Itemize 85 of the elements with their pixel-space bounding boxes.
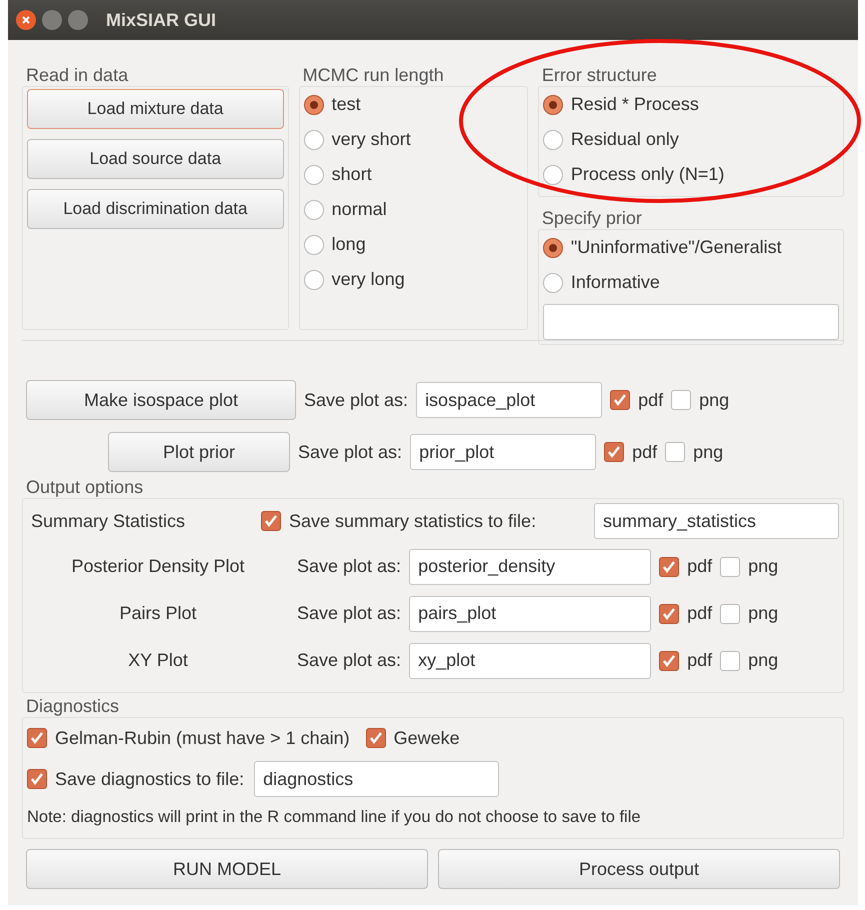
row-label: Pairs Plot — [118, 602, 198, 625]
text-field[interactable]: diagnostics — [254, 761, 500, 797]
radio-label: very long — [332, 268, 405, 291]
text-field[interactable]: posterior_density — [409, 548, 652, 584]
radio-button[interactable] — [304, 130, 324, 150]
checkbox-label: pdf — [687, 555, 712, 578]
row-label: XY Plot — [127, 649, 189, 672]
checkbox[interactable] — [720, 604, 740, 624]
radio-label: Informative — [570, 271, 660, 294]
checkbox[interactable] — [366, 728, 386, 748]
group-title: Output options — [26, 476, 144, 498]
checkbox-label: pdf — [638, 388, 664, 412]
text-field[interactable] — [542, 304, 839, 340]
save-label: Save plot as: — [297, 555, 402, 578]
close-icon[interactable] — [16, 10, 36, 30]
radio-label: Process only (N=1) — [570, 163, 724, 186]
checkbox[interactable] — [665, 442, 686, 462]
radio-label: very short — [332, 128, 411, 151]
checkbox-label: png — [693, 440, 724, 464]
push-button[interactable]: Load mixture data — [27, 89, 284, 129]
checkbox-label: Save diagnostics to file: — [55, 768, 244, 791]
radio-button[interactable] — [542, 164, 563, 184]
radio-button[interactable] — [304, 234, 324, 254]
text-field[interactable]: pairs_plot — [409, 596, 652, 632]
radio-label: short — [332, 163, 372, 186]
note-text: Note: diagnostics will print in the R command line if you do not choose to save to file — [27, 807, 642, 828]
group-title: Error structure — [542, 64, 658, 86]
checkbox[interactable] — [27, 728, 47, 748]
radio-label: Resid * Process — [570, 93, 699, 116]
radio-label: normal — [332, 198, 387, 221]
radio-label: "Uninformative"/Generalist — [570, 236, 782, 259]
radio-label: test — [332, 93, 361, 116]
group-title: Diagnostics — [26, 695, 120, 717]
checkbox-label: Gelman-Rubin (must have > 1 chain) — [55, 726, 350, 750]
push-button[interactable]: Load source data — [27, 139, 284, 179]
radio-button[interactable] — [542, 238, 563, 258]
radio-button[interactable] — [542, 130, 563, 150]
radio-button[interactable] — [304, 164, 324, 184]
push-button[interactable]: Make isospace plot — [26, 380, 296, 420]
window-title: MixSIAR GUI — [106, 8, 216, 32]
group-title: MCMC run length — [302, 64, 445, 86]
push-button[interactable]: Process output — [438, 849, 840, 889]
checkbox[interactable] — [261, 511, 281, 531]
push-button[interactable]: Load discrimination data — [27, 189, 284, 229]
checkbox-label: png — [699, 388, 730, 412]
radio-button[interactable] — [304, 94, 324, 114]
text-field[interactable]: summary_statistics — [594, 503, 839, 539]
checkbox[interactable] — [659, 556, 680, 576]
save-label: Save plot as: — [297, 649, 402, 672]
save-label: Save plot as: — [297, 602, 402, 625]
row-label: Posterior Density Plot — [70, 555, 246, 578]
radio-label: long — [332, 233, 366, 256]
radio-button[interactable] — [304, 270, 324, 290]
checkbox[interactable] — [659, 604, 680, 624]
checkbox[interactable] — [720, 556, 740, 576]
minimize-icon[interactable] — [42, 10, 62, 30]
push-button[interactable]: Plot prior — [108, 432, 290, 472]
checkbox-label: png — [748, 602, 778, 625]
checkbox[interactable] — [604, 442, 624, 462]
checkbox-label: png — [748, 649, 778, 672]
checkbox[interactable] — [27, 769, 47, 789]
text-field[interactable]: isospace_plot — [416, 382, 602, 418]
checkbox-label: pdf — [687, 649, 712, 672]
maximize-icon[interactable] — [68, 10, 88, 30]
text-field[interactable]: prior_plot — [410, 434, 596, 470]
checkbox-label: png — [748, 555, 778, 578]
checkbox-label: pdf — [687, 602, 712, 625]
checkbox-label: Save summary statistics to file: — [289, 510, 536, 533]
push-button[interactable]: RUN MODEL — [26, 849, 428, 889]
checkbox-label: pdf — [632, 440, 658, 464]
save-label: Save plot as: — [304, 388, 408, 412]
radio-button[interactable] — [542, 94, 563, 114]
save-label: Save plot as: — [298, 440, 402, 464]
checkbox[interactable] — [659, 650, 680, 670]
group-title: Specify prior — [542, 207, 643, 229]
radio-button[interactable] — [304, 200, 324, 220]
checkbox[interactable] — [671, 390, 692, 410]
group-title: Read in data — [26, 64, 130, 86]
checkbox-label: Geweke — [394, 726, 460, 750]
radio-label: Residual only — [570, 128, 679, 151]
radio-button[interactable] — [542, 272, 563, 292]
checkbox[interactable] — [720, 650, 740, 670]
checkbox[interactable] — [610, 390, 630, 410]
text-field[interactable]: xy_plot — [409, 642, 652, 678]
row-label: Summary Statistics — [31, 510, 186, 533]
